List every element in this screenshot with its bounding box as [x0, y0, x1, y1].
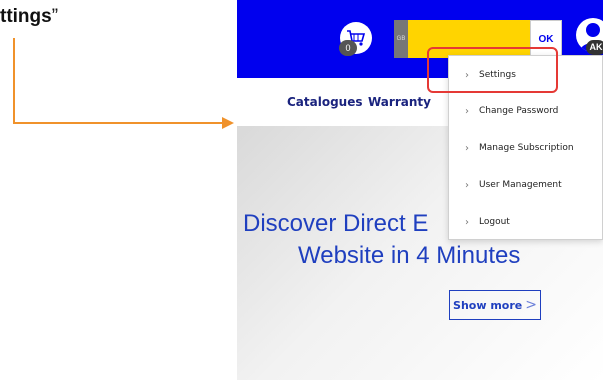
menu-item-label: Manage Subscription [479, 143, 574, 153]
search-ok-button[interactable]: OK [530, 20, 562, 58]
menu-item-label: Settings [479, 70, 516, 80]
menu-item-change-password[interactable]: › Change Password [449, 96, 603, 126]
search-prefix: GB [394, 20, 408, 58]
chevron-right-icon: › [465, 142, 469, 154]
show-more-label: Show more [453, 298, 523, 312]
menu-item-user-management[interactable]: › User Management [449, 170, 603, 200]
menu-item-settings[interactable]: › Settings [449, 60, 603, 90]
hero-title-line2: Website in 4 Minutes [298, 242, 521, 269]
menu-item-manage-subscription[interactable]: › Manage Subscription [449, 133, 603, 163]
user-initials-badge: AK [586, 40, 603, 55]
chevron-right-icon: › [465, 69, 469, 81]
user-dropdown-menu: › Settings › Change Password › Manage Su… [448, 55, 603, 240]
nav-item-warranty[interactable]: Warranty [368, 95, 431, 109]
chevron-right-icon: › [465, 179, 469, 191]
hero-title-line1: Discover Direct E [243, 210, 429, 237]
chevron-right-icon: > [525, 297, 537, 313]
menu-item-label: Change Password [479, 106, 559, 116]
chevron-right-icon: › [465, 105, 469, 117]
nav-item-catalogues[interactable]: Catalogues [287, 95, 363, 109]
menu-item-logout[interactable]: › Logout [449, 207, 603, 237]
show-more-button[interactable]: Show more > [449, 290, 541, 320]
menu-item-label: User Management [479, 180, 562, 190]
menu-item-label: Logout [479, 217, 510, 227]
app-window: 0 GB OK AK Catalogues Warranty Discover … [237, 0, 603, 380]
chevron-right-icon: › [465, 216, 469, 228]
cart-count-badge: 0 [339, 40, 357, 56]
